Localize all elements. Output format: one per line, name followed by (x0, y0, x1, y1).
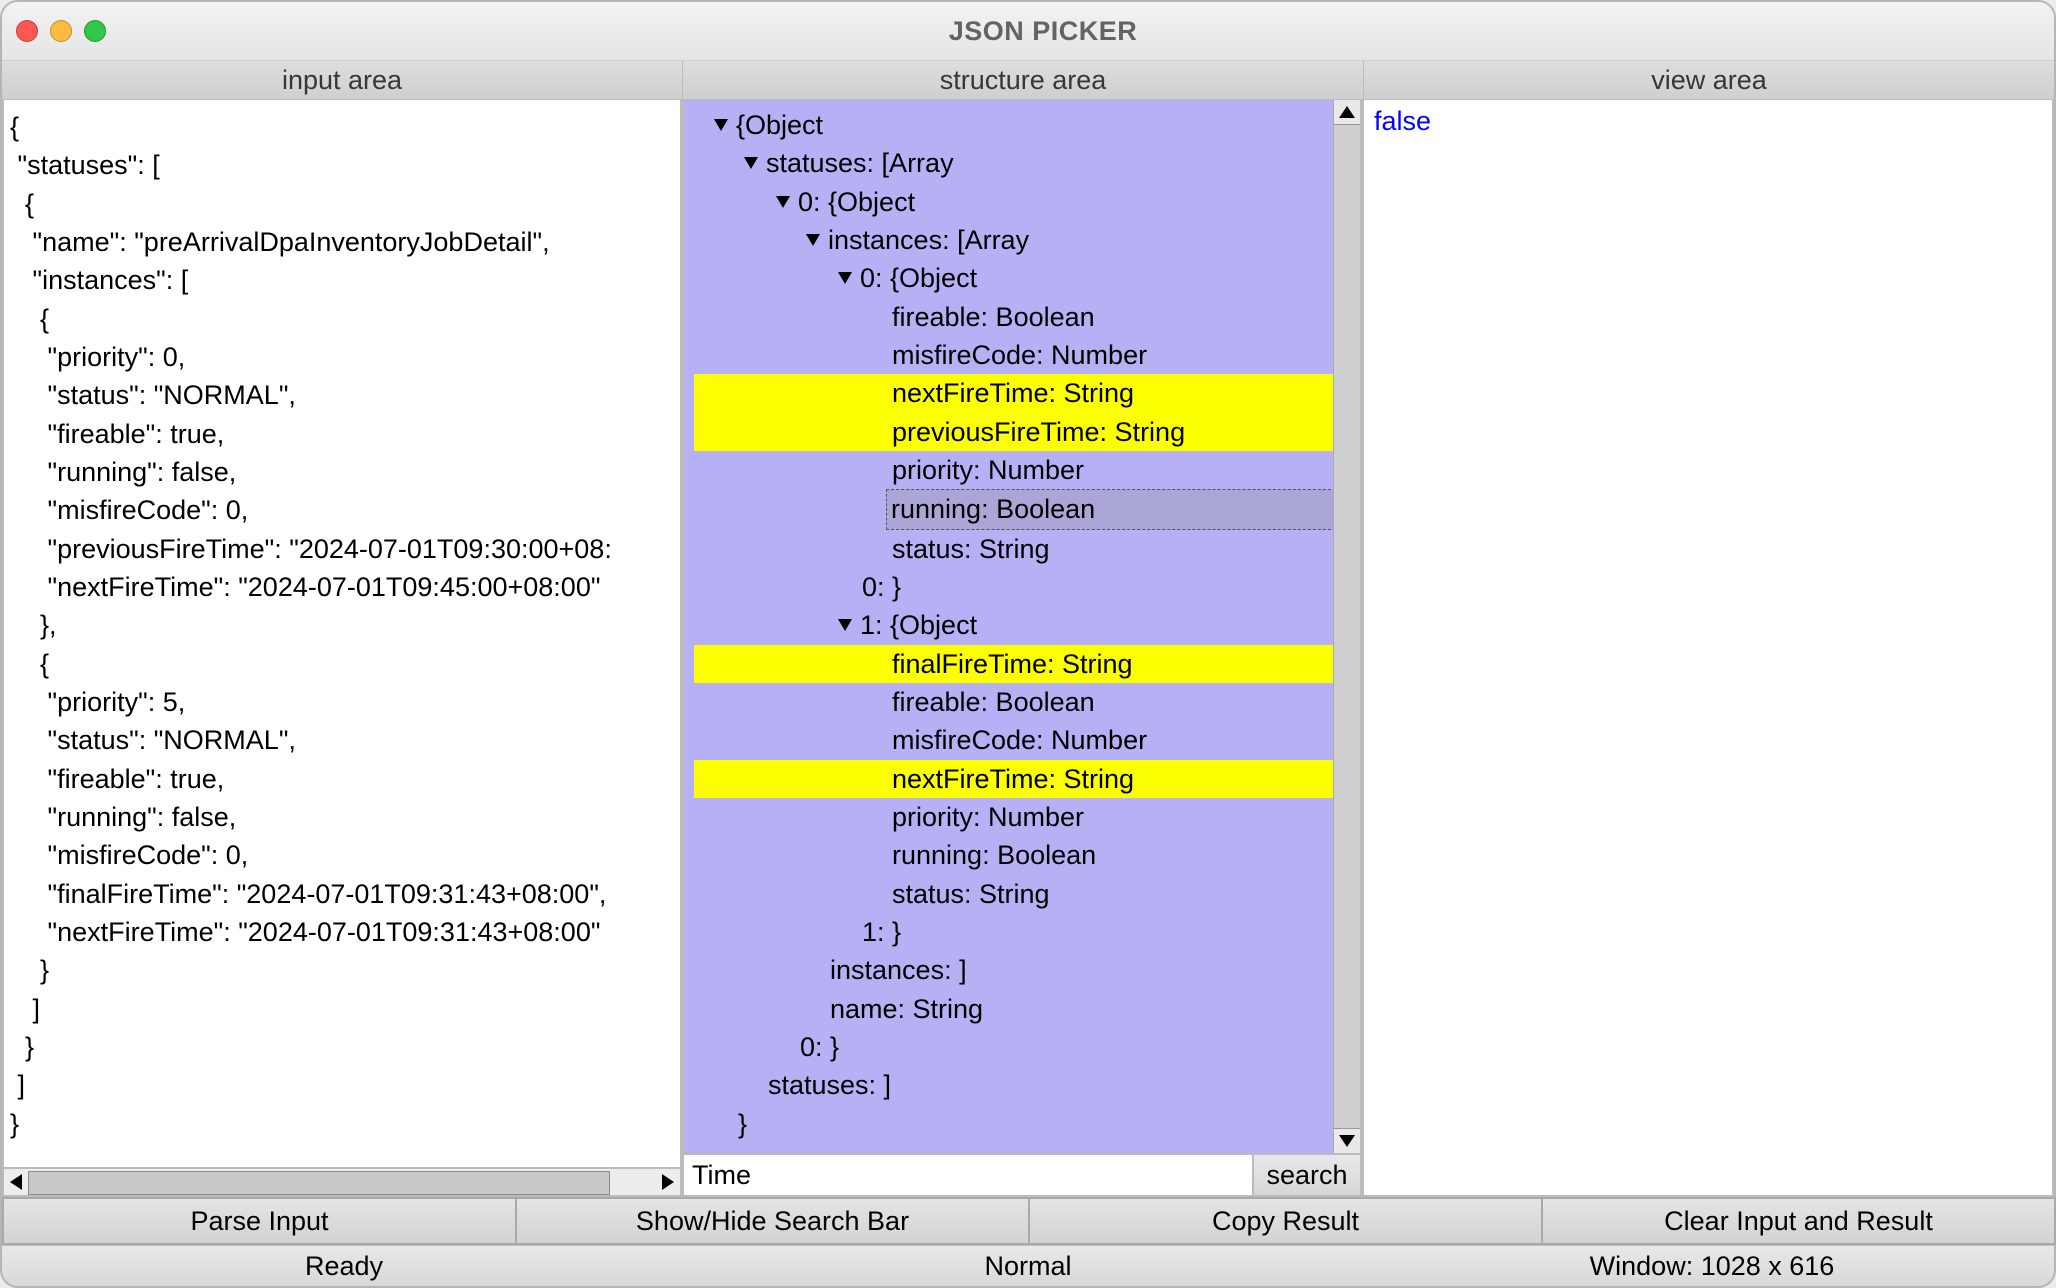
search-bar: search (682, 1155, 1362, 1197)
tree-row[interactable]: misfireCode: Number (694, 721, 1360, 759)
tree-row[interactable]: } (694, 1105, 1360, 1143)
chevron-down-icon[interactable] (838, 272, 852, 284)
structure-area-header: structure area (683, 61, 1364, 99)
chevron-down-icon[interactable] (806, 234, 820, 246)
scroll-up-icon[interactable] (1334, 100, 1360, 124)
scroll-left-icon[interactable] (4, 1171, 28, 1193)
app-window: JSON PICKER input area structure area vi… (0, 0, 2056, 1288)
traffic-lights (16, 20, 106, 42)
view-value: false (1374, 106, 1431, 136)
view-area: false (1362, 100, 2054, 1197)
tree-row[interactable]: {Object (694, 106, 1360, 144)
input-textarea[interactable]: { "statuses": [ { "name": "preArrivalDpa… (2, 100, 682, 1169)
minimize-icon[interactable] (50, 20, 72, 42)
tree-row[interactable]: fireable: Boolean (694, 683, 1360, 721)
content-row: { "statuses": [ { "name": "preArrivalDpa… (2, 100, 2054, 1197)
tree-row[interactable]: priority: Number (694, 451, 1360, 489)
input-column: { "statuses": [ { "name": "preArrivalDpa… (2, 100, 682, 1197)
scroll-down-icon[interactable] (1334, 1129, 1360, 1153)
tree-row[interactable]: 0: {Object (694, 259, 1360, 297)
scroll-right-icon[interactable] (656, 1171, 680, 1193)
tree-row[interactable]: instances: ] (694, 951, 1360, 989)
status-center: Normal (686, 1246, 1370, 1286)
status-bar: Ready Normal Window: 1028 x 616 (2, 1245, 2054, 1286)
tree-row[interactable]: 1: {Object (694, 606, 1360, 644)
tree-row-highlighted[interactable]: previousFireTime: String (694, 413, 1334, 451)
tree-row[interactable]: instances: [Array (694, 221, 1360, 259)
zoom-icon[interactable] (84, 20, 106, 42)
search-input[interactable] (682, 1155, 1254, 1197)
toggle-search-button[interactable]: Show/Hide Search Bar (515, 1197, 1030, 1245)
chevron-down-icon[interactable] (776, 196, 790, 208)
window-title: JSON PICKER (106, 16, 1980, 47)
tree-row[interactable]: 0: {Object (694, 183, 1360, 221)
chevron-down-icon[interactable] (744, 157, 758, 169)
tree-row[interactable]: 1: } (694, 913, 1360, 951)
tree-row[interactable]: misfireCode: Number (694, 336, 1360, 374)
view-area-header: view area (1364, 61, 2054, 99)
search-button[interactable]: search (1254, 1155, 1362, 1197)
tree-row[interactable]: 0: } (694, 568, 1360, 606)
tree-row-highlighted[interactable]: nextFireTime: String (694, 760, 1334, 798)
tree-row[interactable]: status: String (694, 530, 1360, 568)
tree-row-selected[interactable]: running: Boolean (694, 489, 1360, 529)
chevron-down-icon[interactable] (714, 119, 728, 131)
tree-row[interactable]: statuses: ] (694, 1066, 1360, 1104)
tree-row[interactable]: fireable: Boolean (694, 298, 1360, 336)
tree-row[interactable]: running: Boolean (694, 836, 1360, 874)
input-horizontal-scrollbar[interactable] (2, 1169, 682, 1197)
title-bar: JSON PICKER (2, 2, 2054, 61)
view-column: false (1362, 100, 2054, 1197)
tree-row[interactable]: status: String (694, 875, 1360, 913)
chevron-down-icon[interactable] (838, 619, 852, 631)
scroll-track[interactable] (28, 1171, 656, 1193)
scroll-thumb[interactable] (1334, 124, 1360, 1129)
button-row: Parse Input Show/Hide Search Bar Copy Re… (2, 1197, 2054, 1245)
structure-vertical-scrollbar[interactable] (1333, 100, 1360, 1153)
status-right: Window: 1028 x 616 (1370, 1246, 2054, 1286)
structure-column: {Object statuses: [Array 0: {Object inst… (682, 100, 1362, 1197)
parse-input-button[interactable]: Parse Input (2, 1197, 517, 1245)
tree-row[interactable]: name: String (694, 990, 1360, 1028)
scroll-thumb[interactable] (28, 1171, 610, 1195)
structure-tree[interactable]: {Object statuses: [Array 0: {Object inst… (682, 100, 1362, 1155)
tree-row[interactable]: statuses: [Array (694, 144, 1360, 182)
tree-row-highlighted[interactable]: nextFireTime: String (694, 374, 1334, 412)
tree-row-highlighted[interactable]: finalFireTime: String (694, 645, 1334, 683)
tree-row[interactable]: 0: } (694, 1028, 1360, 1066)
input-area-header: input area (2, 61, 683, 99)
status-left: Ready (2, 1246, 686, 1286)
close-icon[interactable] (16, 20, 38, 42)
tree-row[interactable]: priority: Number (694, 798, 1360, 836)
clear-input-result-button[interactable]: Clear Input and Result (1541, 1197, 2056, 1245)
copy-result-button[interactable]: Copy Result (1028, 1197, 1543, 1245)
column-headers: input area structure area view area (2, 61, 2054, 100)
input-text: { "statuses": [ { "name": "preArrivalDpa… (4, 100, 680, 1151)
